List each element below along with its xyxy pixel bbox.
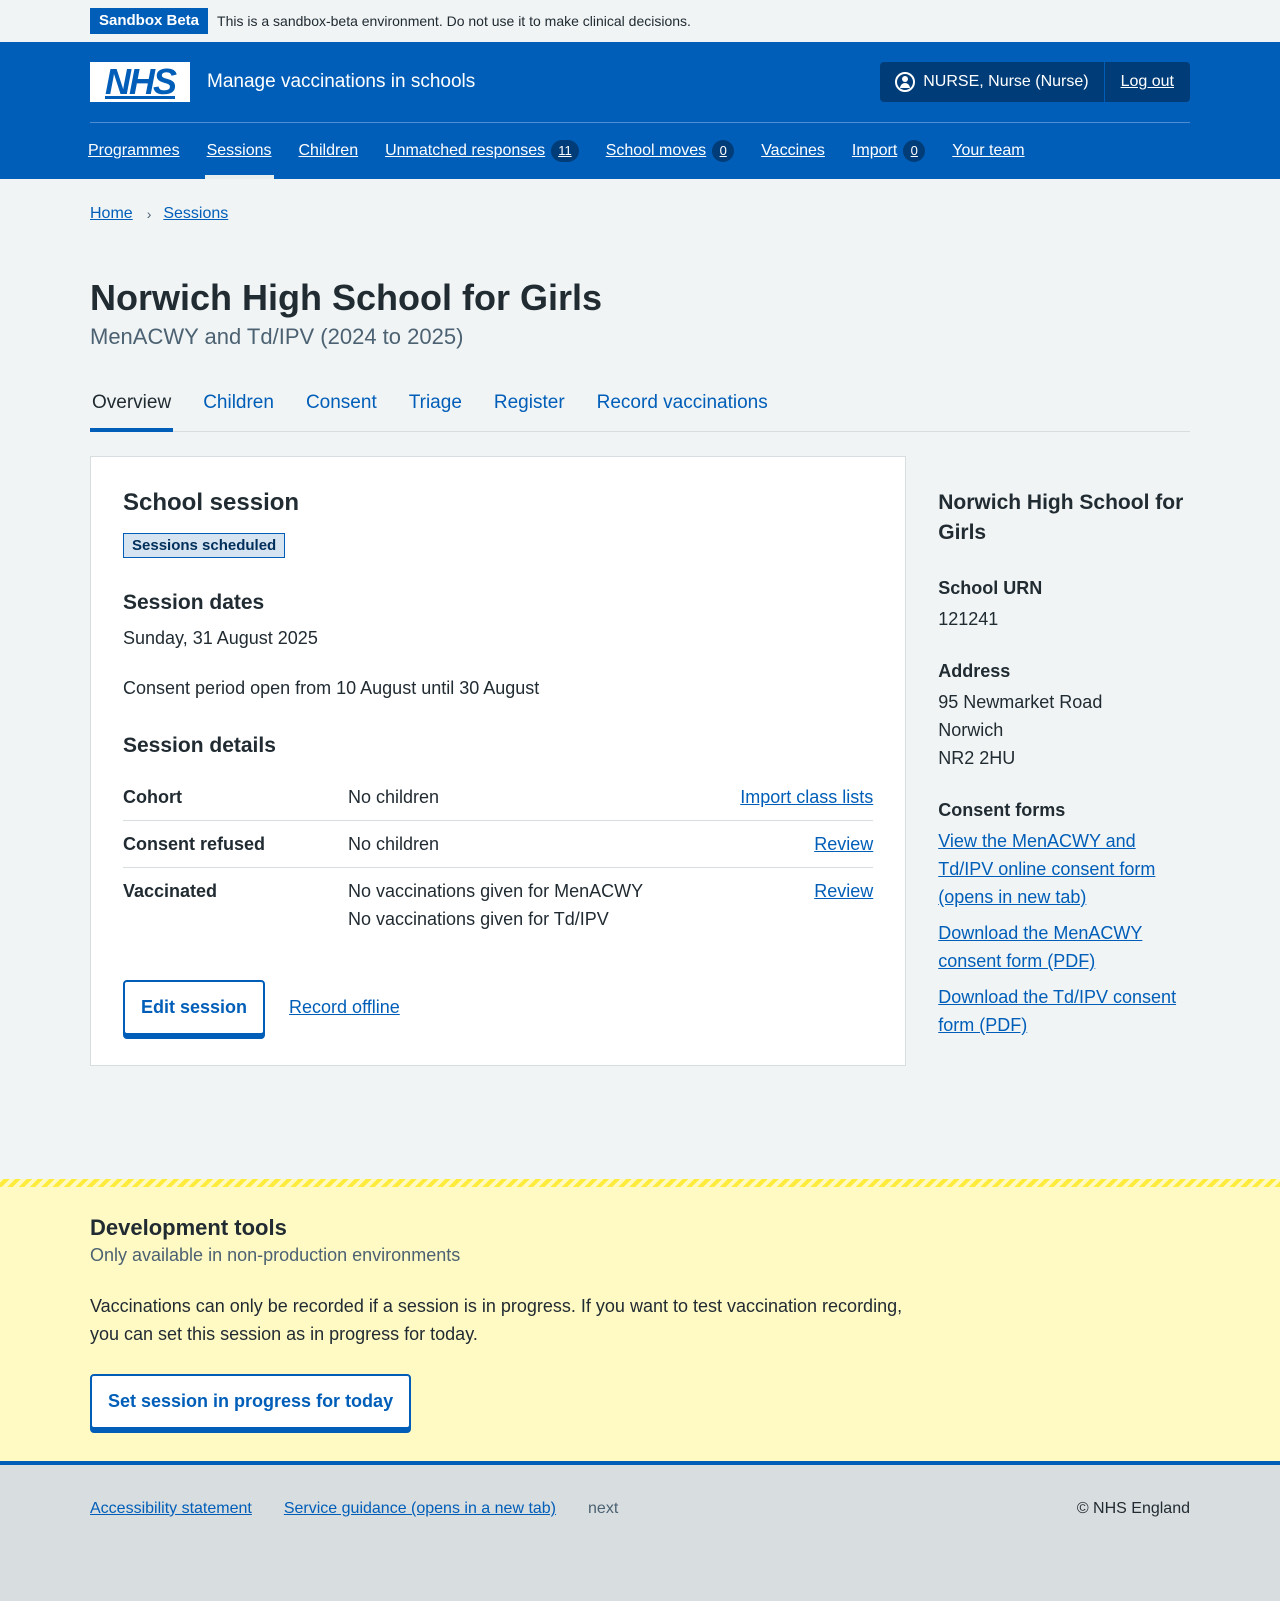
summary-key: Vaccinated [123, 881, 218, 901]
nav-count-badge: 0 [903, 140, 926, 162]
nav-label: Vaccines [761, 142, 825, 159]
consent-forms-links: View the MenACWY and Td/IPV online conse… [938, 827, 1190, 1039]
review-vaccinated-link[interactable]: Review [814, 881, 873, 901]
nav-label: School moves [605, 142, 707, 159]
account-user: NURSE, Nurse (Nurse) [880, 62, 1105, 102]
beta-text: This is a sandbox-beta environment. Do n… [217, 13, 691, 29]
user-icon [895, 72, 916, 92]
summary-value: No children [348, 774, 711, 821]
beta-banner: Sandbox Beta This is a sandbox-beta envi… [0, 0, 1280, 42]
beta-tag: Sandbox Beta [90, 8, 209, 34]
service-name[interactable]: Manage vaccinations in schools [207, 71, 475, 93]
footer: Accessibility statement Service guidance… [0, 1461, 1280, 1601]
import-class-lists-link[interactable]: Import class lists [740, 787, 873, 807]
nav-item-your-team[interactable]: Your team [952, 123, 1024, 179]
tab-overview[interactable]: Overview [90, 384, 174, 432]
page-title: Norwich High School for Girls [90, 277, 603, 318]
consent-forms-label: Consent forms [938, 800, 1066, 820]
summary-value-line: No vaccinations given for MenACWY [348, 881, 644, 901]
address-line: 95 Newmarket Road [938, 692, 1103, 712]
nav-count-badge: 11 [551, 140, 579, 162]
nhs-logo-text: NHS [104, 61, 177, 102]
chevron-right-icon: › [146, 206, 152, 222]
nav-label: Children [298, 142, 359, 159]
summary-value: No vaccinations given for MenACWY No vac… [348, 868, 710, 943]
primary-nav: Programmes Sessions Children Unmatched r… [88, 123, 1190, 179]
card-heading: School session [123, 489, 300, 516]
breadcrumb-sessions[interactable]: Sessions [163, 205, 228, 223]
nav-label: Import [851, 142, 898, 159]
session-date: Sunday, 31 August 2025 [123, 628, 318, 648]
nhs-logo[interactable]: NHS [90, 62, 190, 102]
nav-item-vaccines[interactable]: Vaccines [761, 123, 825, 179]
consent-period: Consent period open from 10 August until… [123, 678, 540, 698]
dev-subheading: Only available in non-production environ… [90, 1245, 461, 1265]
tab-triage[interactable]: Triage [407, 384, 464, 431]
page-caption: MenACWY and Td/IPV (2024 to 2025) [90, 324, 464, 349]
session-dates-heading: Session dates [123, 591, 265, 614]
tab-children[interactable]: Children [201, 384, 276, 431]
accessibility-statement-link[interactable]: Accessibility statement [90, 1500, 252, 1518]
summary-value-line: No vaccinations given for Td/IPV [348, 909, 609, 929]
status-badge: Sessions scheduled [123, 533, 286, 558]
edit-session-button[interactable]: Edit session [123, 980, 266, 1035]
account-menu: NURSE, Nurse (Nurse) Log out [880, 62, 1190, 102]
tab-record-vaccinations[interactable]: Record vaccinations [595, 384, 770, 431]
address-label: Address [938, 661, 1011, 681]
download-menacwy-consent-link[interactable]: Download the MenACWY consent form (PDF) [938, 919, 1190, 975]
nav-label: Programmes [88, 142, 180, 159]
session-tabs: Overview Children Consent Triage Registe… [90, 384, 1190, 432]
view-online-consent-form-link[interactable]: View the MenACWY and Td/IPV online conse… [938, 827, 1190, 911]
service-guidance-link[interactable]: Service guidance (opens in a new tab) [284, 1500, 556, 1518]
school-sidebar: Norwich High School for Girls School URN… [938, 456, 1190, 1066]
urn-value: 121241 [938, 609, 999, 629]
set-session-in-progress-button[interactable]: Set session in progress for today [90, 1374, 412, 1429]
nav-item-children[interactable]: Children [299, 123, 359, 179]
summary-row-consent-refused: Consent refused No children Review [123, 820, 874, 868]
tab-consent[interactable]: Consent [304, 384, 379, 431]
main-content: Home › Sessions Norwich High School for … [90, 179, 1190, 1066]
review-consent-refused-link[interactable]: Review [814, 834, 873, 854]
summary-row-vaccinated: Vaccinated No vaccinations given for Men… [123, 868, 873, 943]
account-user-name: NURSE, Nurse (Nurse) [923, 73, 1089, 90]
logout-link[interactable]: Log out [1105, 62, 1190, 102]
breadcrumb-home[interactable]: Home [90, 205, 133, 223]
nav-item-programmes[interactable]: Programmes [88, 123, 180, 179]
nav-item-import[interactable]: Import 0 [851, 123, 926, 179]
address-value: 95 Newmarket Road Norwich NR2 2HU [938, 688, 1190, 772]
nav-item-unmatched-responses[interactable]: Unmatched responses 11 [385, 123, 579, 179]
development-tools: Development tools Only available in non-… [0, 1179, 1280, 1464]
header: NHS Manage vaccinations in schools NURSE… [0, 42, 1280, 179]
nav-item-school-moves[interactable]: School moves 0 [606, 123, 735, 179]
sidebar-heading: Norwich High School for Girls [938, 491, 1184, 544]
dev-stripe [0, 1179, 1280, 1187]
breadcrumb: Home › Sessions [90, 179, 1190, 249]
record-offline-link[interactable]: Record offline [289, 997, 400, 1018]
summary-key: Consent refused [123, 820, 348, 868]
session-details-list: Cohort No children Import class lists Co… [123, 774, 874, 943]
dev-heading: Development tools [90, 1215, 287, 1240]
nav-item-sessions[interactable]: Sessions [204, 123, 274, 179]
address-line: Norwich [938, 720, 1004, 740]
copyright: © NHS England [1076, 1500, 1190, 1517]
footer-next: next [588, 1500, 619, 1517]
session-details-heading: Session details [123, 734, 276, 757]
tab-register[interactable]: Register [492, 384, 567, 431]
dev-text: Vaccinations can only be recorded if a s… [90, 1296, 903, 1344]
summary-row-cohort: Cohort No children Import class lists [123, 774, 874, 821]
download-tdipv-consent-link[interactable]: Download the Td/IPV consent form (PDF) [938, 983, 1190, 1039]
summary-value: No children [348, 820, 711, 868]
nav-count-badge: 0 [712, 140, 735, 162]
school-session-card: School session Sessions scheduled Sessio… [90, 456, 907, 1066]
nav-label: Your team [952, 142, 1025, 159]
nav-label: Unmatched responses [385, 142, 546, 159]
summary-key: Cohort [123, 774, 348, 821]
urn-label: School URN [938, 578, 1043, 598]
address-line: NR2 2HU [938, 748, 1016, 768]
nav-label: Sessions [206, 142, 272, 159]
